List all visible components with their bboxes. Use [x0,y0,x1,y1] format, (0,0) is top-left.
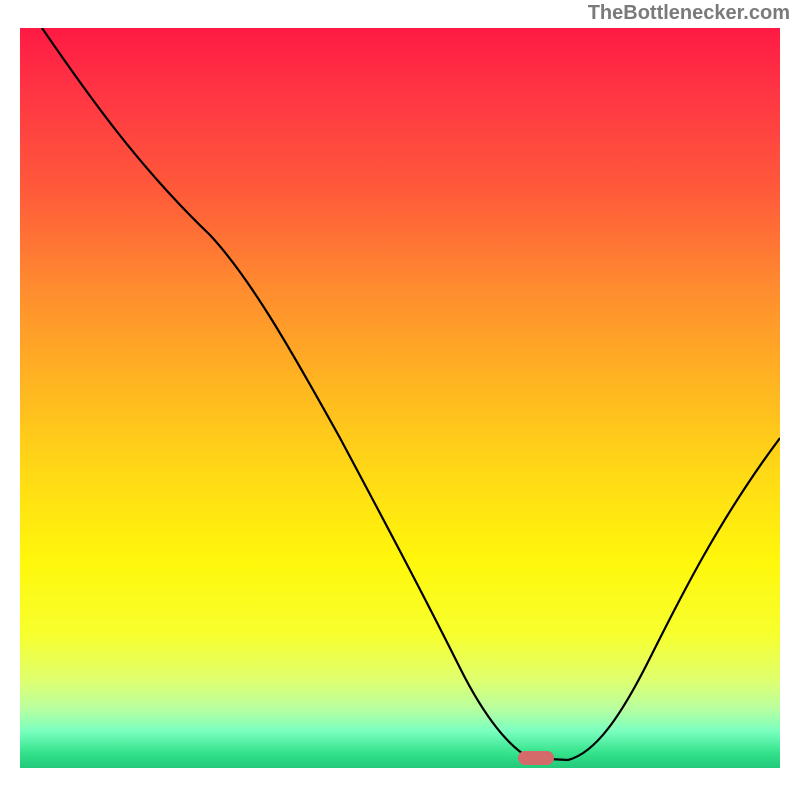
chart-container: TheBottlenecker.com [0,0,800,800]
curve-svg [20,28,780,768]
optimal-marker [518,751,554,765]
plot-area [20,28,780,768]
bottleneck-curve-path [42,28,780,760]
watermark: TheBottlenecker.com [588,2,790,25]
